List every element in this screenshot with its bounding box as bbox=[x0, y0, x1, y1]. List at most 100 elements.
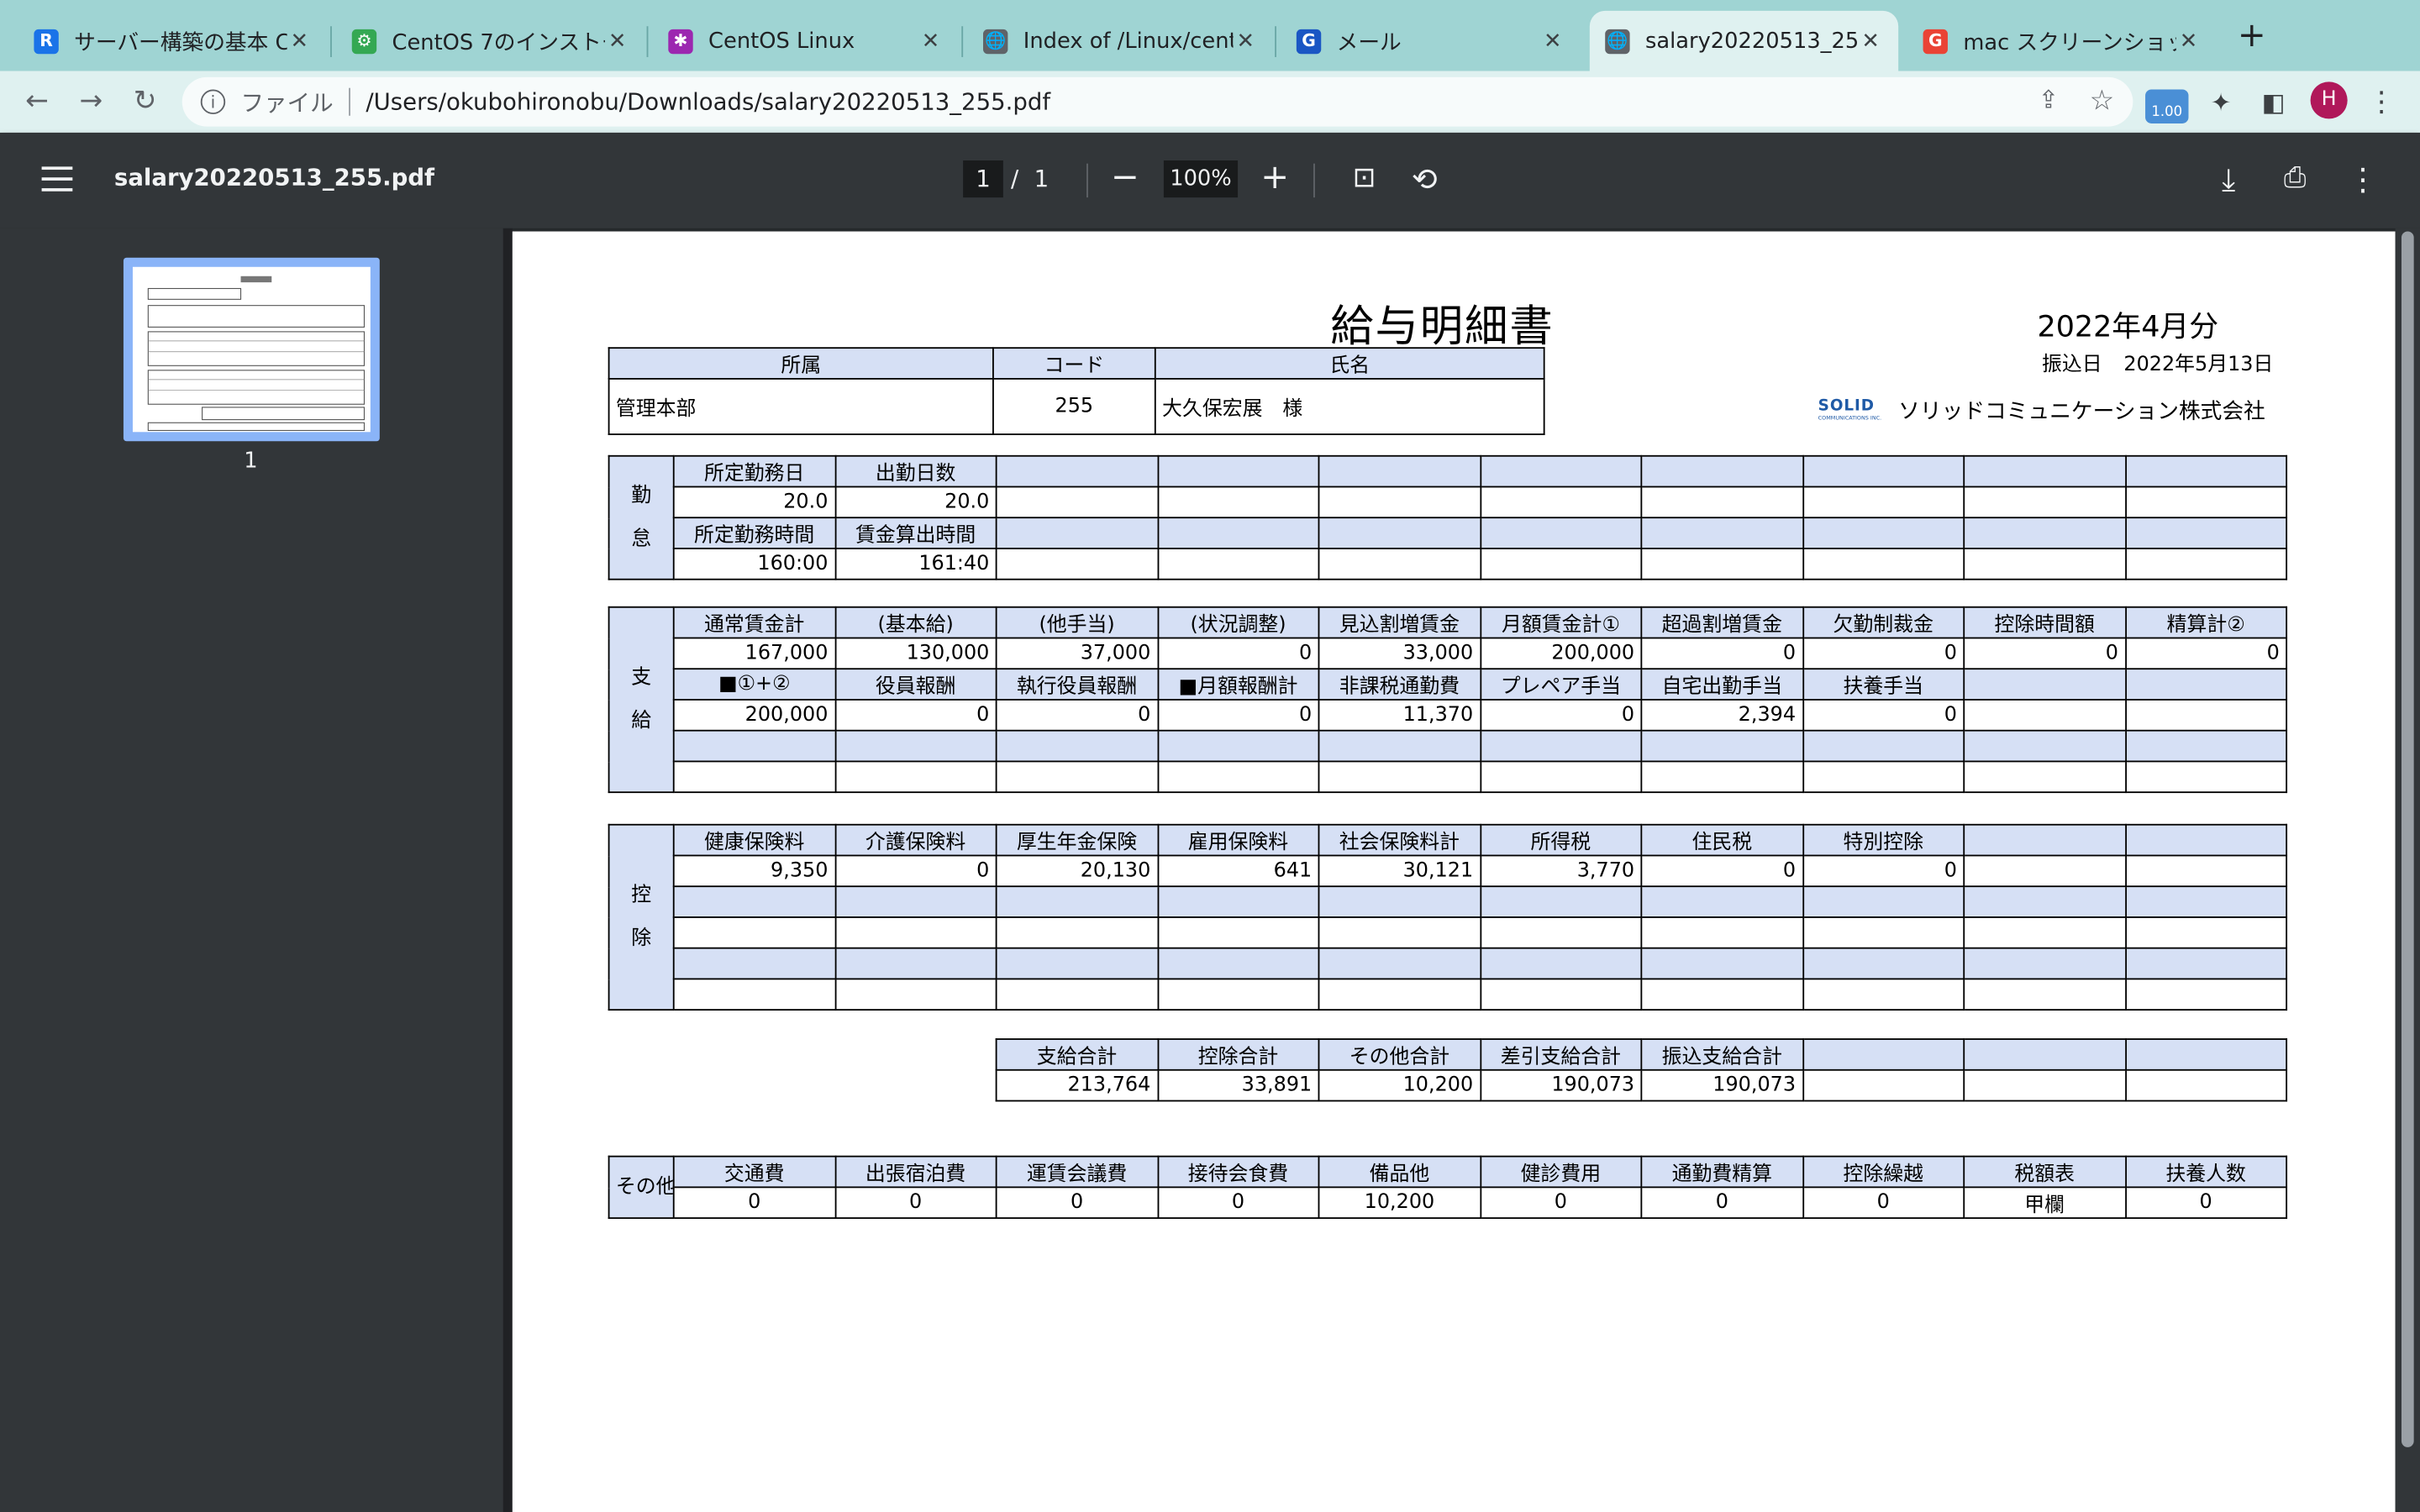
page-thumbnail[interactable] bbox=[123, 257, 380, 442]
deduction-value-cell bbox=[1640, 916, 1804, 949]
deduction-value-cell: 0 bbox=[1640, 854, 1804, 888]
deduction-value-cell: 9,350 bbox=[672, 854, 836, 888]
reload-icon[interactable]: ↻ bbox=[127, 83, 164, 120]
tab-close-icon[interactable]: ✕ bbox=[1234, 29, 1258, 53]
attendance-value-cell bbox=[1802, 548, 1965, 580]
info-icon[interactable]: i bbox=[200, 89, 226, 114]
share-icon[interactable]: ⇪ bbox=[2039, 85, 2060, 114]
other-section-label: その他 bbox=[608, 1155, 675, 1220]
extensions-puzzle-icon[interactable]: ✦ bbox=[2201, 83, 2241, 123]
payment-header-cell: ■①+② bbox=[672, 668, 836, 701]
tab-favicon-icon: G bbox=[1296, 28, 1322, 54]
rotate-icon[interactable]: ⟲ bbox=[1403, 157, 1446, 200]
payment-value-cell: 0 bbox=[2124, 637, 2288, 670]
scrollbar-thumb[interactable] bbox=[2401, 231, 2414, 1447]
new-tab-icon[interactable]: + bbox=[2235, 19, 2269, 55]
attendance-value-cell bbox=[1318, 486, 1481, 519]
tab-title: CentOS 7のインストー bbox=[392, 29, 606, 55]
other-header-cell: 扶養人数 bbox=[2124, 1155, 2288, 1189]
payment-section-label-char: 給 bbox=[631, 708, 652, 732]
pdf-toolbar: salary20220513_255.pdf 1 / 1 − 100% + ⊡ … bbox=[0, 132, 2420, 228]
deduction-value-cell bbox=[1802, 916, 1965, 949]
more-options-icon[interactable]: ⋮ bbox=[2341, 157, 2384, 200]
avatar[interactable]: H bbox=[2310, 81, 2348, 119]
totals-header-cell: 差引支給合計 bbox=[1479, 1038, 1643, 1071]
payment-value-cell: 0 bbox=[1479, 699, 1643, 732]
browser-tab[interactable]: Gmac スクリーンショット✕ bbox=[1907, 11, 2216, 71]
tab-close-icon[interactable]: ✕ bbox=[1540, 29, 1565, 53]
tab-close-icon[interactable]: ✕ bbox=[287, 29, 312, 53]
attendance-value-cell: 20.0 bbox=[672, 486, 836, 519]
other-value-cell: 0 bbox=[834, 1186, 997, 1220]
affiliation-header: 所属 bbox=[608, 347, 994, 380]
zoom-input[interactable]: 100% bbox=[1163, 160, 1239, 198]
attendance-header-cell bbox=[1479, 454, 1643, 488]
thumbnail-page-number: 1 bbox=[244, 449, 258, 474]
payment-value-cell bbox=[2124, 699, 2288, 732]
deduction-value-cell: 20,130 bbox=[995, 854, 1159, 888]
payment-header-cell: 役員報酬 bbox=[834, 668, 997, 701]
sidebar-divider[interactable] bbox=[502, 228, 513, 1512]
thumbnail-sidebar: 1 bbox=[0, 228, 503, 1512]
browser-tab[interactable]: G メール ✕ bbox=[1281, 11, 1580, 71]
zoom-out-icon[interactable]: − bbox=[1103, 157, 1146, 200]
deduction-value-cell bbox=[1802, 978, 1965, 1011]
tab-close-icon[interactable]: ✕ bbox=[918, 29, 943, 53]
browser-tab[interactable]: 🌐 Index of /Linux/centos✕ bbox=[968, 11, 1274, 71]
payment-header-cell: (他手当) bbox=[995, 606, 1159, 639]
attendance-value-cell bbox=[1479, 486, 1643, 519]
deduction-value-cell bbox=[2124, 916, 2288, 949]
page-separator: / bbox=[1011, 165, 1019, 193]
payment-value-cell: 0 bbox=[1963, 637, 2127, 670]
tab-close-icon[interactable]: ✕ bbox=[1858, 29, 1882, 53]
payment-value-cell: 0 bbox=[1640, 637, 1804, 670]
totals-header-cell: 振込支給合計 bbox=[1640, 1038, 1804, 1071]
url-text[interactable]: /Users/okubohironobu/Downloads/salary202… bbox=[366, 88, 1050, 116]
browser-tab[interactable]: ⚙ CentOS 7のインストー ✕ bbox=[336, 11, 644, 71]
forward-icon[interactable]: → bbox=[72, 83, 109, 120]
payment-value-cell bbox=[834, 760, 997, 794]
payment-header-cell: 超過割増賃金 bbox=[1640, 606, 1804, 639]
payment-value-cell bbox=[1963, 699, 2127, 732]
page-number-input[interactable]: 1 bbox=[963, 160, 1003, 198]
print-icon[interactable]: ⎙ bbox=[2274, 157, 2317, 200]
other-value-cell: 0 bbox=[2124, 1186, 2288, 1220]
browser-tab[interactable]: 🌐 salary20220513_255 ✕ bbox=[1589, 10, 1899, 71]
back-icon[interactable]: ← bbox=[18, 83, 55, 120]
side-panel-icon[interactable]: ◧ bbox=[2254, 83, 2294, 123]
totals-value-cell: 190,073 bbox=[1640, 1068, 1804, 1102]
attendance-header-cell bbox=[2124, 517, 2288, 549]
payment-header-cell bbox=[2124, 729, 2288, 763]
payment-header-cell: (状況調整) bbox=[1156, 606, 1320, 639]
browser-tab[interactable]: R サーバー構築の基本 Cen✕ bbox=[18, 11, 327, 71]
attendance-value-cell bbox=[995, 486, 1159, 519]
extension-badge-label: 1.00 bbox=[2151, 104, 2183, 121]
extension-badge[interactable]: 1.00 bbox=[2145, 89, 2189, 123]
omnibox-divider bbox=[349, 87, 350, 116]
tab-title: メール bbox=[1336, 29, 1402, 55]
download-icon[interactable]: ⤓ bbox=[2207, 157, 2250, 200]
browser-tab[interactable]: ✱ CentOS Linux ✕ bbox=[653, 11, 959, 71]
fit-page-icon[interactable]: ⊡ bbox=[1343, 157, 1386, 200]
deduction-header-cell bbox=[834, 885, 997, 918]
deduction-header-cell bbox=[672, 885, 836, 918]
address-bar[interactable]: i ファイル /Users/okubohironobu/Downloads/sa… bbox=[182, 76, 2133, 127]
other-value-cell: 0 bbox=[995, 1186, 1159, 1220]
page-total: 1 bbox=[1034, 165, 1050, 193]
payment-header-cell bbox=[1963, 729, 2127, 763]
tab-close-icon[interactable]: ✕ bbox=[2176, 29, 2201, 53]
other-value-cell: 10,200 bbox=[1318, 1186, 1481, 1220]
tab-close-icon[interactable]: ✕ bbox=[605, 29, 629, 53]
avatar-letter: H bbox=[2321, 87, 2337, 112]
attendance-header-cell bbox=[1802, 454, 1965, 488]
menu-icon[interactable] bbox=[41, 166, 73, 192]
zoom-in-icon[interactable]: + bbox=[1253, 157, 1296, 200]
attendance-header-cell: 所定勤務時間 bbox=[672, 517, 836, 549]
deduction-header-cell bbox=[1963, 947, 2127, 980]
bookmark-star-icon[interactable]: ☆ bbox=[2090, 85, 2115, 118]
deduction-value-cell: 641 bbox=[1156, 854, 1320, 888]
deduction-value-cell bbox=[995, 978, 1159, 1011]
browser-menu-icon[interactable]: ⋮ bbox=[2361, 83, 2402, 123]
payment-header-cell: 控除時間額 bbox=[1963, 606, 2127, 639]
deduction-header-cell: 住民税 bbox=[1640, 823, 1804, 857]
